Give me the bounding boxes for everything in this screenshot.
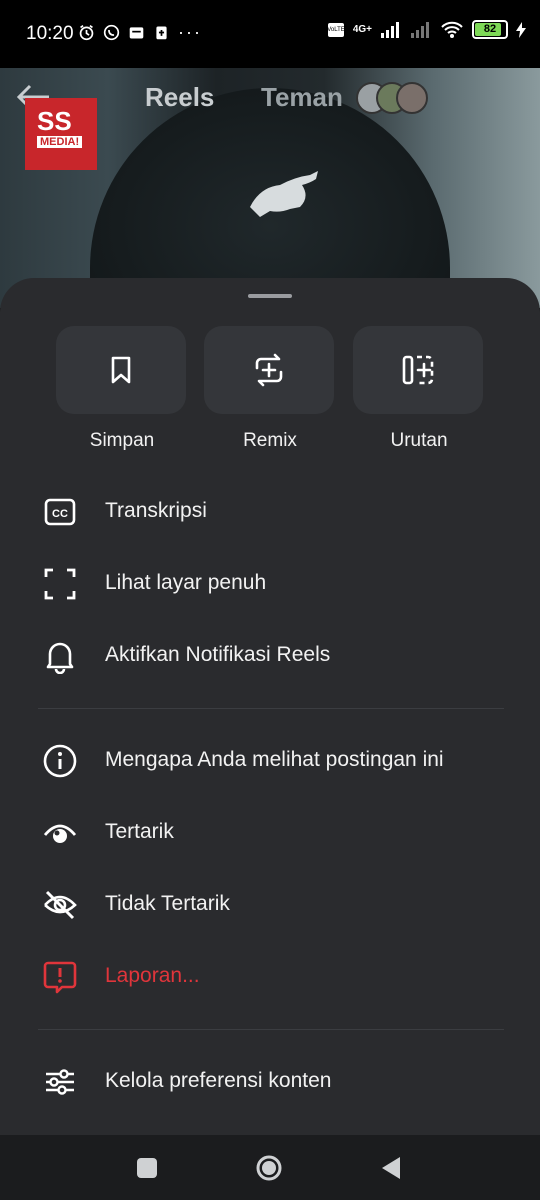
battery-level: 82 (483, 23, 497, 35)
status-right-icons: VoLTE 4G+ 82 (327, 20, 526, 39)
menu-item-why-seeing[interactable]: Mengapa Anda melihat postingan ini (0, 731, 540, 791)
eye-off-icon (44, 890, 77, 920)
menu-label: Transkripsi (105, 499, 207, 522)
remix-tile[interactable] (204, 326, 334, 414)
bell-icon (46, 642, 74, 674)
battery-indicator: 82 (472, 20, 508, 39)
menu-item-content-preferences[interactable]: Kelola preferensi konten (0, 1052, 540, 1112)
menu-label: Lihat layar penuh (105, 571, 267, 594)
whatsapp-icon (103, 24, 120, 41)
svg-text:VoLTE: VoLTE (327, 27, 345, 33)
bookmark-icon (111, 356, 131, 384)
options-bottom-sheet: Simpan Remix Urutan CC Transkripsi Lihat… (0, 278, 540, 1135)
menu-label: Laporan... (105, 964, 200, 987)
closed-captions-icon: CC (44, 498, 76, 526)
volte-icon: VoLTE (327, 22, 345, 37)
svg-text:CC: CC (52, 508, 68, 520)
logo-text: SS (37, 106, 72, 136)
signal-strength-icon (381, 21, 399, 38)
remix-button[interactable]: Remix (204, 326, 336, 452)
wifi-icon (441, 21, 463, 38)
signal-weak-icon (411, 21, 429, 38)
charging-icon (516, 21, 526, 38)
tab-reels[interactable]: Reels (145, 82, 214, 113)
network-type-label: 4G+ (352, 24, 372, 35)
battery-saver-icon (156, 26, 167, 40)
menu-label: Aktifkan Notifikasi Reels (105, 643, 331, 666)
sequence-label: Urutan (390, 430, 448, 451)
report-icon (43, 961, 77, 994)
sequence-tile[interactable] (353, 326, 483, 414)
menu-label: Tertarik (105, 820, 174, 843)
sequence-button[interactable]: Urutan (353, 326, 485, 452)
menu-item-transcription[interactable]: CC Transkripsi (0, 482, 540, 542)
news-icon (129, 27, 144, 39)
menu-item-interested[interactable]: Tertarik (0, 803, 540, 863)
save-tile[interactable] (56, 326, 186, 414)
menu-item-notifications[interactable]: Aktifkan Notifikasi Reels (0, 626, 540, 686)
remix-icon (255, 353, 283, 387)
status-bar: 10:20 ··· VoLTE 4G+ 82 (0, 0, 540, 68)
logo-subtext: MEDIA! (37, 136, 83, 148)
avatar (396, 82, 428, 114)
menu-label: Kelola preferensi konten (105, 1069, 332, 1092)
status-time: 10:20 (26, 23, 74, 44)
save-label: Simpan (89, 430, 155, 451)
fullscreen-icon (44, 568, 76, 600)
remix-label: Remix (243, 430, 297, 451)
tab-friends[interactable]: Teman (261, 82, 343, 113)
menu-item-report[interactable]: Laporan... (0, 947, 540, 1007)
menu-label: Mengapa Anda melihat postingan ini (105, 748, 444, 771)
back-icon[interactable] (376, 1153, 406, 1183)
menu-item-fullscreen[interactable]: Lihat layar penuh (0, 554, 540, 614)
friends-avatars[interactable] (356, 82, 428, 114)
recent-apps-icon[interactable] (132, 1153, 162, 1183)
eye-icon (43, 824, 77, 843)
menu-label: Tidak Tertarik (105, 892, 230, 915)
kangaroo-logo-icon (250, 171, 318, 217)
menu-divider (38, 708, 504, 709)
sliders-icon (46, 1069, 74, 1095)
info-icon (43, 744, 77, 778)
sequence-icon (402, 355, 434, 385)
menu-divider (38, 1029, 504, 1030)
status-left-icons: ··· (78, 22, 202, 43)
alarm-icon (79, 24, 94, 41)
more-notifications-icon: ··· (178, 22, 202, 42)
home-icon[interactable] (254, 1153, 284, 1183)
sheet-drag-handle[interactable] (248, 294, 292, 298)
save-button[interactable]: Simpan (56, 326, 188, 452)
channel-logo: SS MEDIA! (25, 98, 97, 170)
system-navigation-bar (0, 1135, 540, 1200)
menu-item-not-interested[interactable]: Tidak Tertarik (0, 875, 540, 935)
